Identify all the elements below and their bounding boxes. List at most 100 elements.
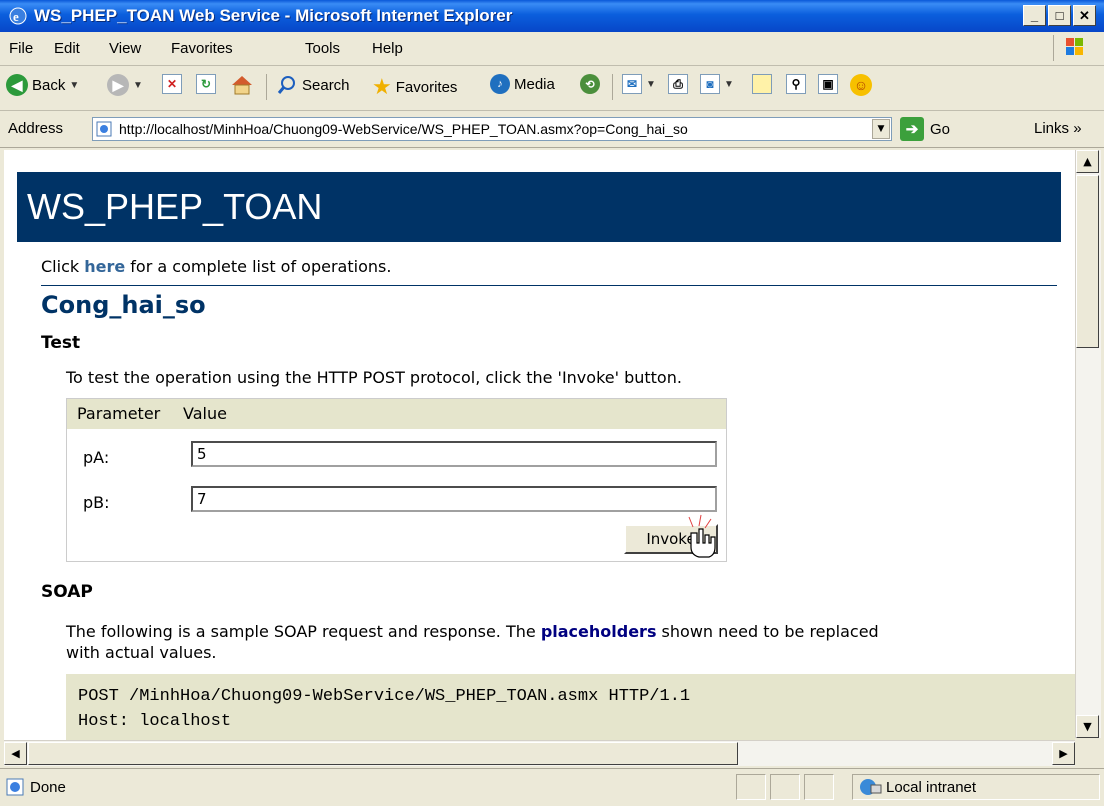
vertical-scrollbar[interactable]: ▲ ▼: [1075, 150, 1101, 738]
star-icon: ★: [372, 74, 392, 99]
chevron-down-icon: ▼: [69, 79, 80, 91]
vertical-scroll-thumb[interactable]: [1076, 175, 1099, 348]
placeholders-term: placeholders: [540, 622, 657, 641]
local-intranet-icon: [860, 779, 882, 795]
forward-arrow-icon: ▶: [107, 74, 129, 96]
menu-favorites[interactable]: Favorites: [171, 40, 233, 57]
param-input-pa[interactable]: [191, 441, 717, 467]
search-button[interactable]: Search: [276, 74, 350, 96]
note-icon: [752, 74, 772, 94]
form-header: Parameter Value: [67, 399, 726, 429]
print-icon: ⎙: [668, 74, 688, 94]
scroll-up-button[interactable]: ▲: [1076, 150, 1099, 173]
test-heading: Test: [41, 333, 81, 353]
home-icon: [232, 76, 252, 95]
menu-file[interactable]: File: [9, 40, 33, 57]
search-label: Search: [302, 76, 350, 94]
mail-button[interactable]: ✉ ▼: [622, 74, 656, 94]
discuss-button[interactable]: [752, 74, 772, 94]
windows-flag-icon: [1053, 35, 1083, 61]
address-input[interactable]: http://localhost/MinhHoa/Chuong09-WebSer…: [92, 117, 892, 141]
media-button[interactable]: ♪ Media: [490, 74, 555, 94]
maximize-button[interactable]: □: [1048, 5, 1071, 26]
divider: [41, 285, 1057, 286]
history-button[interactable]: ⟲: [580, 74, 600, 94]
media-icon: ♪: [490, 74, 510, 94]
menu-view[interactable]: View: [109, 40, 141, 57]
param-input-pb[interactable]: [191, 486, 717, 512]
print-button[interactable]: ⎙: [668, 74, 688, 94]
soap-text-before: The following is a sample SOAP request a…: [66, 622, 541, 641]
smiley-button[interactable]: ☺: [850, 74, 872, 96]
edit-icon: ◙: [700, 74, 720, 94]
status-bar: Done Local intranet: [0, 768, 1104, 806]
web-page-content: WS_PHEP_TOAN Click here for a complete l…: [4, 150, 1075, 740]
favorites-button[interactable]: ★ Favorites: [372, 74, 457, 100]
back-button[interactable]: ◀ Back ▼: [6, 74, 79, 96]
soap-description-line2: with actual values.: [66, 643, 217, 662]
close-button[interactable]: ✕: [1073, 5, 1096, 26]
smiley-icon: ☺: [850, 74, 872, 96]
chevron-down-icon: ▼: [133, 79, 143, 91]
home-button[interactable]: [230, 74, 254, 96]
horizontal-scrollbar[interactable]: ◀ ▶: [4, 740, 1075, 766]
forward-button[interactable]: ▶ ▼: [107, 74, 143, 96]
minimize-button[interactable]: _: [1023, 5, 1046, 26]
header-value: Value: [183, 404, 227, 423]
address-url: http://localhost/MinhHoa/Chuong09-WebSer…: [119, 121, 688, 137]
soap-code-block: POST /MinhHoa/Chuong09-WebService/WS_PHE…: [66, 674, 1075, 740]
soap-text-after: shown need to be replaced: [656, 622, 879, 641]
status-panel: [804, 774, 834, 800]
menu-edit[interactable]: Edit: [54, 40, 80, 57]
test-description: To test the operation using the HTTP POS…: [66, 368, 682, 387]
status-panel: [736, 774, 766, 800]
horizontal-scroll-thumb[interactable]: [28, 742, 738, 765]
service-title: WS_PHEP_TOAN: [27, 186, 323, 227]
operations-list-link[interactable]: here: [84, 257, 125, 276]
go-arrow-icon: ➔: [900, 117, 924, 141]
svg-text:e: e: [13, 9, 19, 24]
status-panel: [770, 774, 800, 800]
standard-toolbar: ◀ Back ▼ ▶ ▼ ✕ ↻ Search ★ Favorites ♪ Me…: [0, 66, 1104, 111]
status-text: Done: [30, 779, 66, 796]
address-dropdown-button[interactable]: ▼: [872, 119, 890, 139]
mail-icon: ✉: [622, 74, 642, 94]
links-label: Links: [1034, 120, 1070, 137]
go-button[interactable]: ➔ Go: [900, 117, 950, 141]
scroll-left-button[interactable]: ◀: [4, 742, 27, 765]
page-done-icon: [6, 778, 24, 796]
refresh-icon: ↻: [196, 74, 216, 94]
code-line-2: Host: localhost: [78, 712, 232, 731]
page-icon: [96, 121, 112, 137]
address-bar: Address http://localhost/MinhHoa/Chuong0…: [0, 111, 1104, 148]
header-parameter: Parameter: [77, 404, 161, 423]
browser-window: e WS_PHEP_TOAN Web Service - Microsoft I…: [0, 0, 1104, 806]
param-label-pb: pB:: [83, 493, 110, 512]
stop-button[interactable]: ✕: [162, 74, 182, 94]
operation-name: Cong_hai_so: [41, 291, 206, 319]
scroll-down-button[interactable]: ▼: [1076, 715, 1099, 738]
menu-help[interactable]: Help: [372, 40, 403, 57]
hand-cursor-icon: [688, 514, 716, 558]
research-button[interactable]: ⚲: [786, 74, 806, 94]
menu-bar: File Edit View Favorites Tools Help: [0, 32, 1104, 66]
title-bar: e WS_PHEP_TOAN Web Service - Microsoft I…: [0, 0, 1104, 32]
scroll-corner: [1075, 740, 1100, 765]
toolbar-separator: [266, 74, 267, 100]
chevron-down-icon: ▼: [724, 78, 734, 90]
soap-description: The following is a sample SOAP request a…: [66, 622, 879, 641]
menu-tools[interactable]: Tools: [305, 40, 340, 57]
service-banner: WS_PHEP_TOAN: [17, 172, 1061, 242]
invoke-form: Parameter Value pA: pB: Invoke: [66, 398, 727, 562]
scroll-right-button[interactable]: ▶: [1052, 742, 1075, 765]
refresh-button[interactable]: ↻: [196, 74, 216, 94]
back-arrow-icon: ◀: [6, 74, 28, 96]
soap-heading: SOAP: [41, 582, 93, 602]
links-toolbar[interactable]: Links »: [1034, 120, 1082, 137]
toolbar-separator: [612, 74, 613, 100]
edit-button[interactable]: ◙ ▼: [700, 74, 734, 94]
address-label: Address: [8, 120, 64, 137]
zone-text: Local intranet: [886, 779, 977, 796]
messenger-button[interactable]: ▣: [818, 74, 838, 94]
intro-before: Click: [41, 257, 85, 276]
